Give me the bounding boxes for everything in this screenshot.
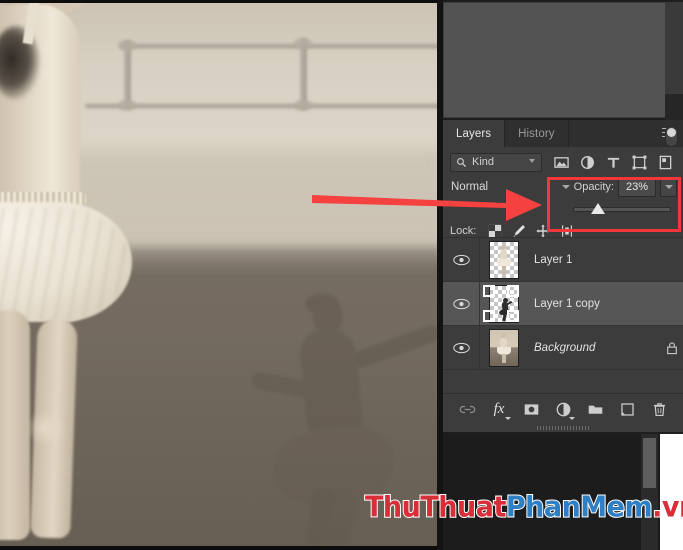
- layers-panel-footer: fx: [443, 393, 683, 424]
- blend-mode-row: Normal Opacity: 23%: [443, 175, 683, 199]
- ballerina-knee-highlight: [26, 410, 66, 446]
- blend-mode-chevron-down-icon[interactable]: [558, 178, 573, 197]
- layer-visibility-toggle[interactable]: [443, 282, 480, 325]
- tab-history-label: History: [518, 127, 555, 140]
- upper-panel-right-strip: [665, 2, 683, 94]
- table-row[interactable]: Layer 1: [443, 238, 683, 282]
- canvas-top-edge: [0, 0, 443, 3]
- layer-thumbnail: [489, 284, 519, 323]
- upper-panel-right-strip-lower: [665, 94, 683, 120]
- opacity-slider-row: [443, 199, 683, 219]
- ballerina-figure: [0, 0, 160, 550]
- screenshot-root: Layers History Kind Normal Opacity: 23% …: [0, 0, 683, 550]
- grip-dots: [537, 426, 589, 430]
- right-panel-column: Layers History Kind Normal Opacity: 23% …: [443, 0, 683, 550]
- barre-bracket-2: [294, 38, 312, 49]
- lock-icon: [667, 341, 677, 354]
- silhouette-arm-right: [350, 323, 442, 370]
- new-group-icon[interactable]: [587, 401, 604, 418]
- ballet-barre-rail-top: [120, 43, 443, 48]
- link-layers-icon[interactable]: [459, 401, 476, 418]
- table-row[interactable]: Background: [443, 326, 683, 370]
- adjustment-layer-filter-icon[interactable]: [580, 155, 595, 170]
- eye-icon: [452, 342, 470, 353]
- new-layer-icon[interactable]: [619, 401, 636, 418]
- shape-layer-filter-icon[interactable]: [632, 155, 647, 170]
- tab-history[interactable]: History: [505, 120, 569, 147]
- blend-mode-value: Normal: [451, 181, 489, 193]
- opacity-group: Opacity: 23%: [573, 177, 677, 197]
- layer-thumbnail-cell[interactable]: [480, 328, 528, 367]
- chevron-down-icon[interactable]: [529, 158, 536, 166]
- lock-artboard-icon[interactable]: [560, 224, 574, 238]
- lock-position-icon[interactable]: [536, 224, 550, 238]
- layer-name[interactable]: Background: [528, 342, 661, 354]
- filter-kind-select[interactable]: Kind: [450, 152, 542, 172]
- ballerina-tutu-folds: [0, 208, 130, 320]
- layer-style-fx-icon[interactable]: fx: [491, 400, 511, 420]
- tab-layers[interactable]: Layers: [443, 120, 506, 147]
- canvas-photo: [0, 0, 443, 550]
- layer-name[interactable]: Layer 1 copy: [528, 298, 661, 310]
- smart-object-filter-icon[interactable]: [658, 155, 673, 170]
- scrollbar-thumb[interactable]: [643, 438, 656, 488]
- lock-transparent-pixels-icon[interactable]: [488, 224, 502, 238]
- lock-label: Lock:: [450, 225, 477, 237]
- canvas-bottom-edge: [0, 546, 443, 550]
- filter-enable-toggle[interactable]: [665, 126, 678, 147]
- watermark-part3: .vn: [651, 490, 683, 525]
- layer-thumbnail-cell[interactable]: [480, 284, 528, 323]
- fx-label: fx: [493, 400, 505, 417]
- upper-panel-body: [446, 5, 667, 115]
- new-adjustment-layer-icon[interactable]: [555, 401, 575, 420]
- layer-locked-icon: [661, 341, 683, 355]
- barre-bracket-4: [294, 100, 312, 111]
- filter-kind-label: Kind: [472, 156, 495, 168]
- eye-icon: [452, 254, 470, 265]
- opacity-label: Opacity:: [573, 181, 614, 193]
- opacity-slider-thumb[interactable]: [591, 203, 605, 214]
- panel-tabbar: Layers History: [443, 120, 683, 147]
- table-row[interactable]: Layer 1 copy: [443, 282, 683, 326]
- tab-layers-label: Layers: [456, 127, 492, 140]
- thumbnail-dancer: [497, 244, 511, 275]
- lock-image-pixels-icon[interactable]: [512, 224, 526, 238]
- watermark-part1: ThuThuat: [364, 490, 507, 525]
- thumbnail-silhouette: [498, 297, 513, 321]
- watermark: ThuThuatPhanMem.vn: [364, 490, 683, 525]
- layer-visibility-toggle[interactable]: [443, 238, 480, 281]
- watermark-part2: PhanMem: [505, 490, 654, 525]
- thumbnail-dancer: [497, 332, 511, 363]
- blend-mode-select[interactable]: Normal: [450, 176, 557, 198]
- opacity-chevron-down-icon[interactable]: [660, 177, 677, 197]
- photoshop-canvas[interactable]: [0, 0, 443, 550]
- opacity-input[interactable]: 23%: [618, 177, 656, 197]
- upper-empty-panel[interactable]: [443, 2, 670, 118]
- layer-thumbnail-cell[interactable]: [480, 240, 528, 279]
- type-layer-filter-icon[interactable]: [606, 155, 621, 170]
- layer-visibility-toggle[interactable]: [443, 326, 480, 369]
- layers-panel: Layers History Kind Normal Opacity: 23% …: [443, 120, 683, 432]
- add-layer-mask-icon[interactable]: [523, 401, 540, 418]
- layer-name[interactable]: Layer 1: [528, 254, 661, 266]
- layer-filter-row: Kind: [443, 126, 683, 175]
- filter-type-icons: [554, 155, 673, 170]
- delete-layer-icon[interactable]: [651, 401, 668, 418]
- pixel-layer-filter-icon[interactable]: [554, 155, 569, 170]
- layer-thumbnail: [489, 328, 519, 367]
- opacity-slider-track[interactable]: [573, 207, 671, 212]
- search-icon: [457, 157, 467, 167]
- eye-icon: [452, 298, 470, 309]
- layer-thumbnail: [489, 240, 519, 279]
- layer-list: Layer 1 Layer 1 copy Background: [443, 237, 683, 398]
- panel-resize-grip[interactable]: [443, 424, 683, 432]
